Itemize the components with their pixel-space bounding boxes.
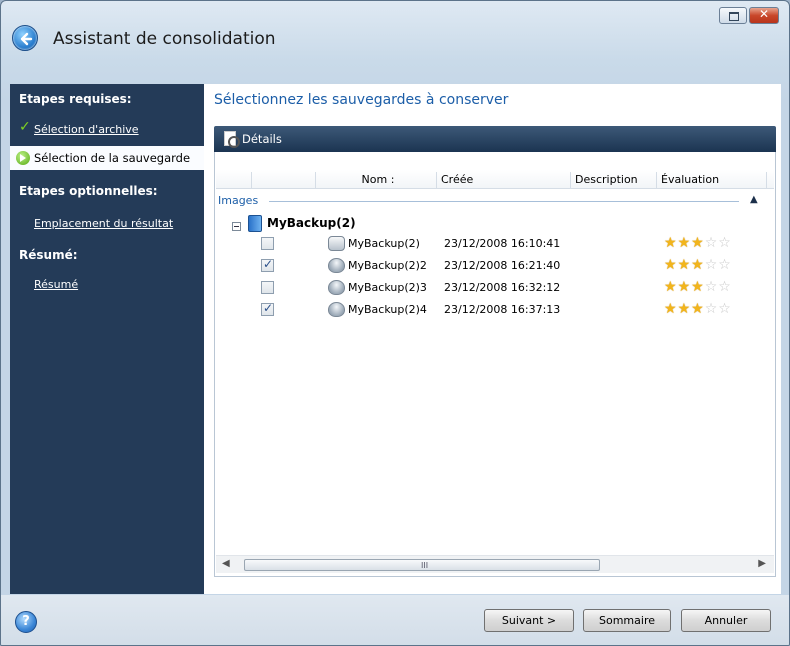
summary-button[interactable]: Sommaire	[583, 609, 671, 632]
next-button[interactable]: Suivant >	[484, 609, 574, 632]
table-row[interactable]: MyBackup(2) 23/12/2008 16:10:41 ★★★☆☆	[215, 233, 773, 255]
column-header-created[interactable]: Créée	[437, 172, 571, 189]
details-toolbar[interactable]: Détails	[214, 126, 776, 152]
step-location-link[interactable]: Emplacement du résultat	[34, 217, 173, 230]
star-icon[interactable]: ★	[678, 257, 692, 273]
horizontal-scrollbar[interactable]: ◀ III ▶	[216, 555, 774, 573]
row-created: 23/12/2008 16:10:41	[444, 237, 561, 250]
archive-name: MyBackup(2)	[267, 216, 356, 230]
page-title: Sélectionnez les sauvegardes à conserver	[214, 92, 509, 108]
row-name: MyBackup(2)3	[348, 281, 427, 294]
star-icon[interactable]: ★	[691, 301, 705, 317]
rating-stars[interactable]: ★★★☆☆	[664, 279, 732, 295]
star-icon[interactable]: ☆	[705, 257, 719, 273]
column-header-name[interactable]: Nom :	[316, 172, 437, 189]
incremental-backup-icon	[328, 302, 345, 317]
cancel-button[interactable]: Annuler	[681, 609, 771, 632]
close-icon: ✕	[758, 7, 770, 21]
backups-grid: Nom : Créée Description Évaluation Image…	[214, 152, 776, 577]
row-created: 23/12/2008 16:21:40	[444, 259, 561, 272]
star-icon[interactable]: ☆	[718, 257, 732, 273]
table-row[interactable]: MyBackup(2)423/12/2008 16:37:13★★★☆☆	[215, 299, 773, 321]
column-header-rating[interactable]: Évaluation	[657, 172, 767, 189]
current-step-arrow-icon	[16, 151, 30, 165]
check-icon: ✓	[19, 119, 31, 135]
footer-bar: ? Suivant > Sommaire Annuler	[1, 595, 789, 645]
incremental-backup-icon	[328, 258, 345, 273]
scroll-left-icon[interactable]: ◀	[222, 558, 230, 569]
close-button[interactable]: ✕	[749, 7, 779, 24]
scroll-right-icon[interactable]: ▶	[758, 558, 766, 569]
wizard-window: ✕ Assistant de consolidation Etapes requ…	[0, 0, 790, 646]
grip-icon: III	[421, 561, 429, 570]
table-row[interactable]: MyBackup(2)3 23/12/2008 16:32:12 ★★★☆☆	[215, 277, 773, 299]
star-icon[interactable]: ★	[678, 279, 692, 295]
column-spacer-2	[252, 172, 316, 189]
star-icon[interactable]: ☆	[718, 235, 732, 251]
star-icon[interactable]: ★	[678, 235, 692, 251]
row-created: 23/12/2008 16:37:13	[444, 303, 561, 316]
star-icon[interactable]: ★	[691, 279, 705, 295]
row-checkbox[interactable]	[261, 281, 274, 294]
row-checkbox[interactable]	[261, 301, 274, 316]
star-icon[interactable]: ★	[691, 235, 705, 251]
rating-stars[interactable]: ★★★☆☆	[664, 257, 732, 273]
star-icon[interactable]: ★	[664, 235, 678, 251]
tree-collapse-toggle[interactable]	[232, 222, 241, 231]
window-title: Assistant de consolidation	[53, 29, 276, 49]
details-label: Détails	[242, 132, 282, 146]
help-icon[interactable]: ?	[15, 611, 37, 633]
row-name: MyBackup(2)4	[348, 303, 427, 316]
summary-heading: Résumé:	[19, 248, 78, 262]
row-checkbox[interactable]	[261, 237, 274, 250]
group-label: Images	[218, 194, 259, 207]
archive-icon	[248, 215, 262, 232]
star-icon[interactable]: ☆	[718, 279, 732, 295]
star-icon[interactable]: ☆	[705, 279, 719, 295]
collapse-chevron-icon[interactable]: ▲	[750, 194, 758, 205]
star-icon[interactable]: ☆	[705, 235, 719, 251]
step-backup-current[interactable]: Sélection de la sauvegarde	[10, 146, 204, 170]
table-row[interactable]: MyBackup(2)223/12/2008 16:21:40★★★☆☆	[215, 255, 773, 277]
column-header-description[interactable]: Description	[571, 172, 657, 189]
required-steps-heading: Etapes requises:	[19, 92, 132, 106]
star-icon[interactable]: ★	[664, 257, 678, 273]
step-archive-link[interactable]: Sélection d'archive	[34, 123, 139, 136]
steps-sidebar: Etapes requises: ✓ Sélection d'archive S…	[10, 84, 204, 594]
star-icon[interactable]: ★	[691, 257, 705, 273]
row-created: 23/12/2008 16:32:12	[444, 281, 561, 294]
star-icon[interactable]: ☆	[718, 301, 732, 317]
star-icon[interactable]: ★	[678, 301, 692, 317]
star-icon[interactable]: ★	[664, 301, 678, 317]
column-spacer	[216, 172, 252, 189]
group-divider	[269, 201, 739, 202]
restore-button[interactable]	[719, 7, 747, 24]
full-backup-icon	[328, 236, 345, 251]
back-arrow-icon	[20, 32, 33, 46]
star-icon[interactable]: ☆	[705, 301, 719, 317]
incremental-backup-icon	[328, 280, 345, 295]
row-name: MyBackup(2)2	[348, 259, 427, 272]
row-name: MyBackup(2)	[348, 237, 420, 250]
row-checkbox[interactable]	[261, 257, 274, 272]
scroll-thumb[interactable]: III	[244, 559, 600, 571]
star-icon[interactable]: ★	[664, 279, 678, 295]
content-panel: Sélectionnez les sauvegardes à conserver…	[204, 84, 781, 594]
rating-stars[interactable]: ★★★☆☆	[664, 235, 732, 251]
details-icon	[224, 131, 240, 148]
step-backup-label: Sélection de la sauvegarde	[34, 151, 191, 165]
step-summary-link[interactable]: Résumé	[34, 278, 78, 291]
column-headers: Nom : Créée Description Évaluation	[216, 170, 774, 189]
optional-steps-heading: Etapes optionnelles:	[19, 184, 158, 198]
back-button[interactable]	[12, 25, 38, 51]
rating-stars[interactable]: ★★★☆☆	[664, 301, 732, 317]
